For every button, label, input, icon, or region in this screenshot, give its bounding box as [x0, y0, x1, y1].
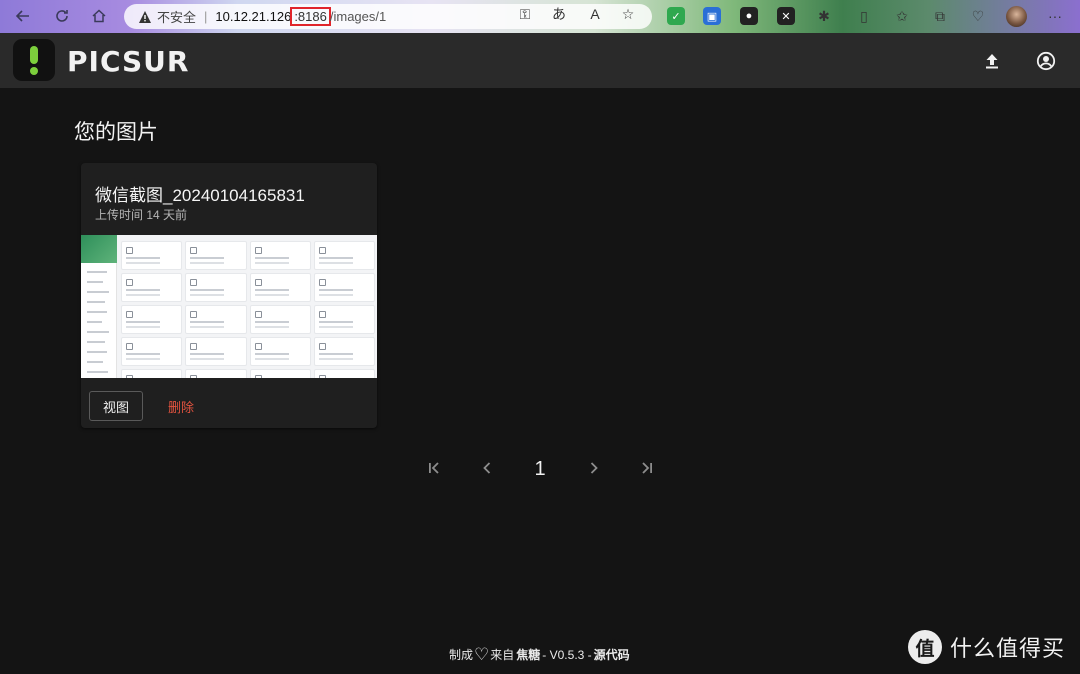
warning-triangle-icon — [138, 10, 152, 24]
home-icon[interactable] — [87, 5, 111, 27]
url-port-highlight: :8186 — [290, 7, 331, 26]
next-page-icon[interactable] — [584, 455, 604, 481]
extension-tools-icon[interactable]: ✕ — [777, 7, 795, 25]
footer-version: - V0.5.3 - — [542, 647, 592, 662]
last-page-icon[interactable] — [637, 455, 657, 481]
collections-icon[interactable]: ⧉ — [931, 7, 949, 25]
image-name: 微信截图_20240104165831 — [95, 186, 305, 205]
watermark: 值 什么值得买 — [908, 630, 1065, 664]
image-thumbnail[interactable] — [81, 235, 377, 378]
address-bar[interactable]: 不安全 | 10.12.21.126 :8186 /images/1 — [124, 4, 652, 29]
more-menu-icon[interactable]: ··· — [1046, 7, 1064, 25]
watermark-text: 什么值得买 — [950, 636, 1066, 661]
extensions-puzzle-icon[interactable]: ✱ — [815, 7, 833, 25]
logo-exclamation-dot — [30, 67, 38, 75]
first-page-icon[interactable] — [424, 455, 444, 481]
translate-icon[interactable]: あ — [550, 5, 568, 23]
account-circle-icon[interactable] — [1034, 49, 1058, 73]
page-title: 您的图片 — [74, 121, 158, 144]
url-host: 10.12.21.126 — [215, 9, 292, 24]
picsur-logo-icon[interactable] — [13, 39, 55, 81]
upload-time: 上传时间 14 天前 — [95, 208, 188, 222]
footer-author-link[interactable]: 焦糖 — [516, 646, 540, 663]
heart-icon: ♡ — [474, 644, 490, 664]
thumbnail-sidebar-header — [81, 235, 117, 263]
footer-made-with: 制成 — [449, 648, 474, 662]
read-aloud-icon[interactable]: A — [586, 5, 604, 23]
thumbnail-sidebar — [81, 235, 117, 378]
url-path: /images/1 — [329, 9, 387, 24]
security-warning-text: 不安全 — [157, 10, 197, 25]
extension-blue-icon[interactable]: ▣ — [703, 7, 721, 25]
refresh-icon[interactable] — [50, 5, 74, 27]
extension-dark-icon[interactable]: ● — [740, 7, 758, 25]
view-button[interactable]: 视图 — [89, 391, 143, 421]
browser-essentials-icon[interactable]: ♡ — [969, 7, 987, 25]
previous-page-icon[interactable] — [477, 455, 497, 481]
browser-profile-avatar[interactable] — [1006, 6, 1027, 27]
delete-button[interactable]: 删除 — [157, 391, 205, 421]
split-screen-icon[interactable]: ▯ — [855, 7, 873, 25]
address-separator: | — [204, 9, 208, 24]
favorite-star-icon[interactable]: ☆ — [619, 5, 637, 23]
key-icon[interactable]: ⚿ — [516, 5, 534, 23]
app-header: PICSUR — [0, 33, 1080, 88]
brand-name[interactable]: PICSUR — [67, 45, 189, 78]
footer-from: 来自 — [490, 648, 515, 662]
shield-extension-icon[interactable]: ✓ — [667, 7, 685, 25]
image-card: 微信截图_20240104165831 上传时间 14 天前 视图 删除 — [81, 163, 377, 428]
browser-toolbar: 不安全 | 10.12.21.126 :8186 /images/1 ⚿ あ A… — [0, 0, 1080, 33]
upload-icon[interactable] — [980, 49, 1004, 73]
footer-source-link[interactable]: 源代码 — [594, 646, 630, 663]
footer: 制成 ♡ 来自 焦糖 - V0.5.3 - 源代码 — [449, 646, 632, 663]
current-page-number[interactable]: 1 — [528, 455, 552, 483]
back-arrow-icon[interactable] — [11, 5, 35, 27]
logo-exclamation-bar — [30, 46, 38, 64]
favorites-icon[interactable]: ✩ — [893, 7, 911, 25]
thumbnail-tool-grid — [121, 241, 375, 378]
watermark-badge: 值 — [908, 630, 942, 664]
